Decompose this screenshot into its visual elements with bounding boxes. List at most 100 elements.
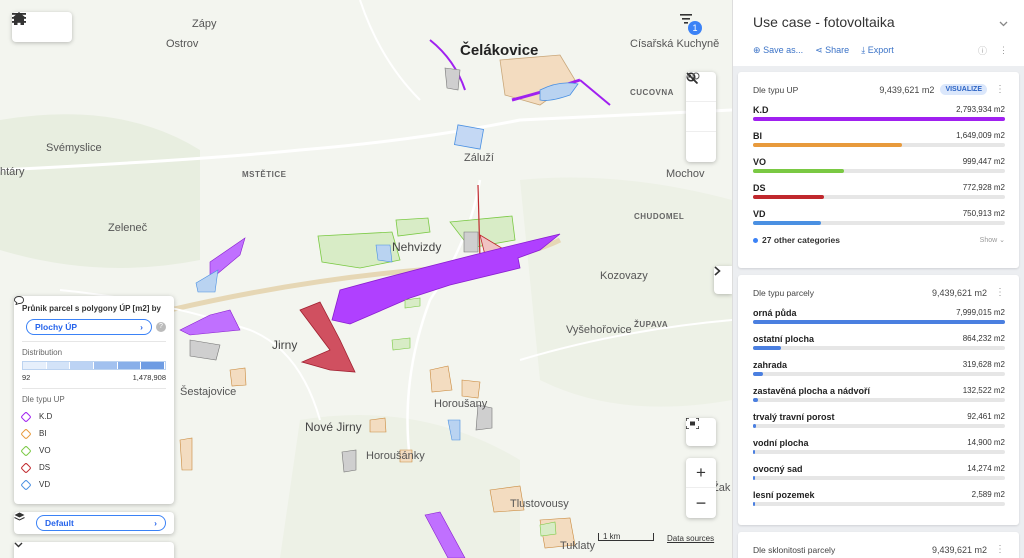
- category-bar-track: [753, 502, 1005, 506]
- legend-item: BI: [20, 425, 166, 442]
- zoom-in-button[interactable]: +: [686, 458, 716, 488]
- legend-item: DS: [20, 459, 166, 476]
- save-icon: ⊕: [753, 45, 761, 55]
- category-row[interactable]: zahrada 319,628 m2: [753, 359, 1005, 376]
- category-row[interactable]: K.D 2,793,934 m2: [753, 104, 1005, 121]
- category-row[interactable]: DS 772,928 m2: [753, 182, 1005, 199]
- category-value: 1,649,009 m2: [956, 131, 1005, 140]
- category-row[interactable]: VD 750,913 m2: [753, 208, 1005, 225]
- category-name: vodní plocha: [753, 438, 809, 448]
- category-bar-fill: [753, 476, 756, 480]
- card-title: Dle typu UP: [753, 84, 799, 95]
- layer-select[interactable]: Plochy ÚP ›: [26, 319, 152, 335]
- map-canvas[interactable]: Zápy Ostrov Čelákovice Císařská Kuchyně …: [0, 0, 732, 558]
- save-as-button[interactable]: ⊕ Save as...: [753, 45, 803, 56]
- export-button[interactable]: ⤓ Export: [861, 45, 894, 56]
- category-row[interactable]: ovocný sad 14,274 m2: [753, 463, 1005, 480]
- more-icon[interactable]: ⋮: [999, 45, 1008, 56]
- legend-item: VD: [20, 476, 166, 493]
- category-row[interactable]: ostatní plocha 864,232 m2: [753, 333, 1005, 350]
- zoom-out-button[interactable]: −: [686, 488, 716, 518]
- place-nove-jirny: Nové Jirny: [305, 420, 362, 434]
- category-row[interactable]: orná půda 7,999,015 m2: [753, 307, 1005, 324]
- category-name: VO: [753, 157, 767, 167]
- other-categories: 27 other categories: [762, 235, 840, 245]
- distribution-bar: [22, 361, 166, 370]
- category-row[interactable]: vodní plocha 14,900 m2: [753, 437, 1005, 454]
- category-value: 132,522 m2: [962, 386, 1005, 395]
- collapse-panel-button[interactable]: [714, 266, 732, 294]
- info-icon[interactable]: ⓘ: [978, 44, 987, 57]
- category-row[interactable]: lesní pozemek 2,589 m2: [753, 489, 1005, 506]
- category-value: 319,628 m2: [962, 360, 1005, 369]
- share-button[interactable]: ⋖ Share: [815, 45, 849, 56]
- minus-icon: −: [695, 492, 707, 513]
- download-icon: ⤓: [861, 45, 866, 55]
- category-value: 14,900 m2: [967, 438, 1005, 447]
- category-row[interactable]: zastavěná plocha a nádvoří 132,522 m2: [753, 385, 1005, 402]
- legend-item-label: K.D: [39, 412, 53, 421]
- categories-label: Dle typu UP: [22, 395, 65, 404]
- map-tools: [686, 72, 716, 162]
- data-sources-link[interactable]: Data sources: [667, 534, 714, 543]
- card-total: 9,439,621 m2: [879, 84, 935, 95]
- place-celakovice: Čelákovice: [460, 42, 539, 59]
- menu-button[interactable]: [12, 12, 72, 42]
- place-tlustovousy: Tlustovousy: [510, 498, 569, 510]
- visualize-button[interactable]: VISUALIZE: [940, 84, 987, 95]
- share-label: Share: [825, 45, 850, 55]
- category-value: 999,447 m2: [962, 157, 1005, 166]
- more-icon[interactable]: ⋮: [995, 544, 1005, 555]
- category-bar-track: [753, 476, 1005, 480]
- place-cucovna: CUCOVNA: [630, 88, 674, 97]
- filter-button[interactable]: 1: [680, 14, 714, 42]
- legend-swatch: [20, 461, 32, 474]
- place-nehvizdy: Nehvizdy: [392, 240, 442, 254]
- legend-swatch: [20, 427, 32, 440]
- help-icon[interactable]: ?: [156, 322, 166, 332]
- category-name: BI: [753, 131, 762, 141]
- legend-item-label: VO: [39, 446, 51, 455]
- chevron-down-icon[interactable]: [999, 14, 1008, 30]
- compare-button[interactable]: [686, 72, 716, 132]
- category-name: VD: [753, 209, 766, 219]
- legend-swatch: [20, 444, 32, 457]
- category-row[interactable]: trvalý travní porost 92,461 m2: [753, 411, 1005, 428]
- category-bar-fill: [753, 398, 759, 402]
- category-row[interactable]: VO 999,447 m2: [753, 156, 1005, 173]
- style-select[interactable]: Default ›: [36, 515, 166, 531]
- category-value: 750,913 m2: [962, 209, 1005, 218]
- share-icon: ⋖: [815, 45, 823, 55]
- show-more-button[interactable]: Show ⌄: [980, 236, 1005, 244]
- chevron-right-icon: ›: [140, 322, 143, 332]
- layer-select-label: Plochy ÚP: [35, 322, 78, 332]
- place-jirny: Jirny: [272, 338, 298, 352]
- category-name: K.D: [753, 105, 769, 115]
- distribution-label: Distribution: [22, 348, 63, 357]
- chevron-right-icon: ›: [154, 518, 157, 528]
- category-bar-fill: [753, 320, 1005, 324]
- place-horousany: Horoušany: [434, 398, 488, 410]
- category-bar-fill: [753, 450, 756, 454]
- legend-item-label: BI: [39, 429, 47, 438]
- fit-extent-button[interactable]: [686, 418, 716, 446]
- side-panel: Use case - fotovoltaika ⊕ Save as... ⋖ S…: [732, 0, 1024, 558]
- expand-bottom-button[interactable]: [14, 542, 174, 558]
- style-select-label: Default: [45, 518, 74, 528]
- category-row[interactable]: BI 1,649,009 m2: [753, 130, 1005, 147]
- category-bar-track: [753, 424, 1005, 428]
- place-tuklaty: Tuklaty: [560, 540, 596, 552]
- category-value: 864,232 m2: [962, 334, 1005, 343]
- category-name: DS: [753, 183, 766, 193]
- more-icon[interactable]: ⋮: [995, 84, 1005, 95]
- more-icon[interactable]: ⋮: [995, 287, 1005, 298]
- place-zupava: ŽUPAVA: [634, 320, 669, 329]
- category-value: 2,793,934 m2: [956, 105, 1005, 114]
- place-mochov: Mochov: [666, 168, 705, 180]
- style-selector: Default ›: [14, 512, 174, 534]
- measure-button[interactable]: [686, 72, 716, 162]
- category-bar-fill: [753, 372, 764, 376]
- category-bar-track: [753, 169, 1005, 173]
- card-slope: Dle sklonitosti parcely 9,439,621 m2 ⋮: [738, 532, 1019, 558]
- category-name: orná půda: [753, 308, 797, 318]
